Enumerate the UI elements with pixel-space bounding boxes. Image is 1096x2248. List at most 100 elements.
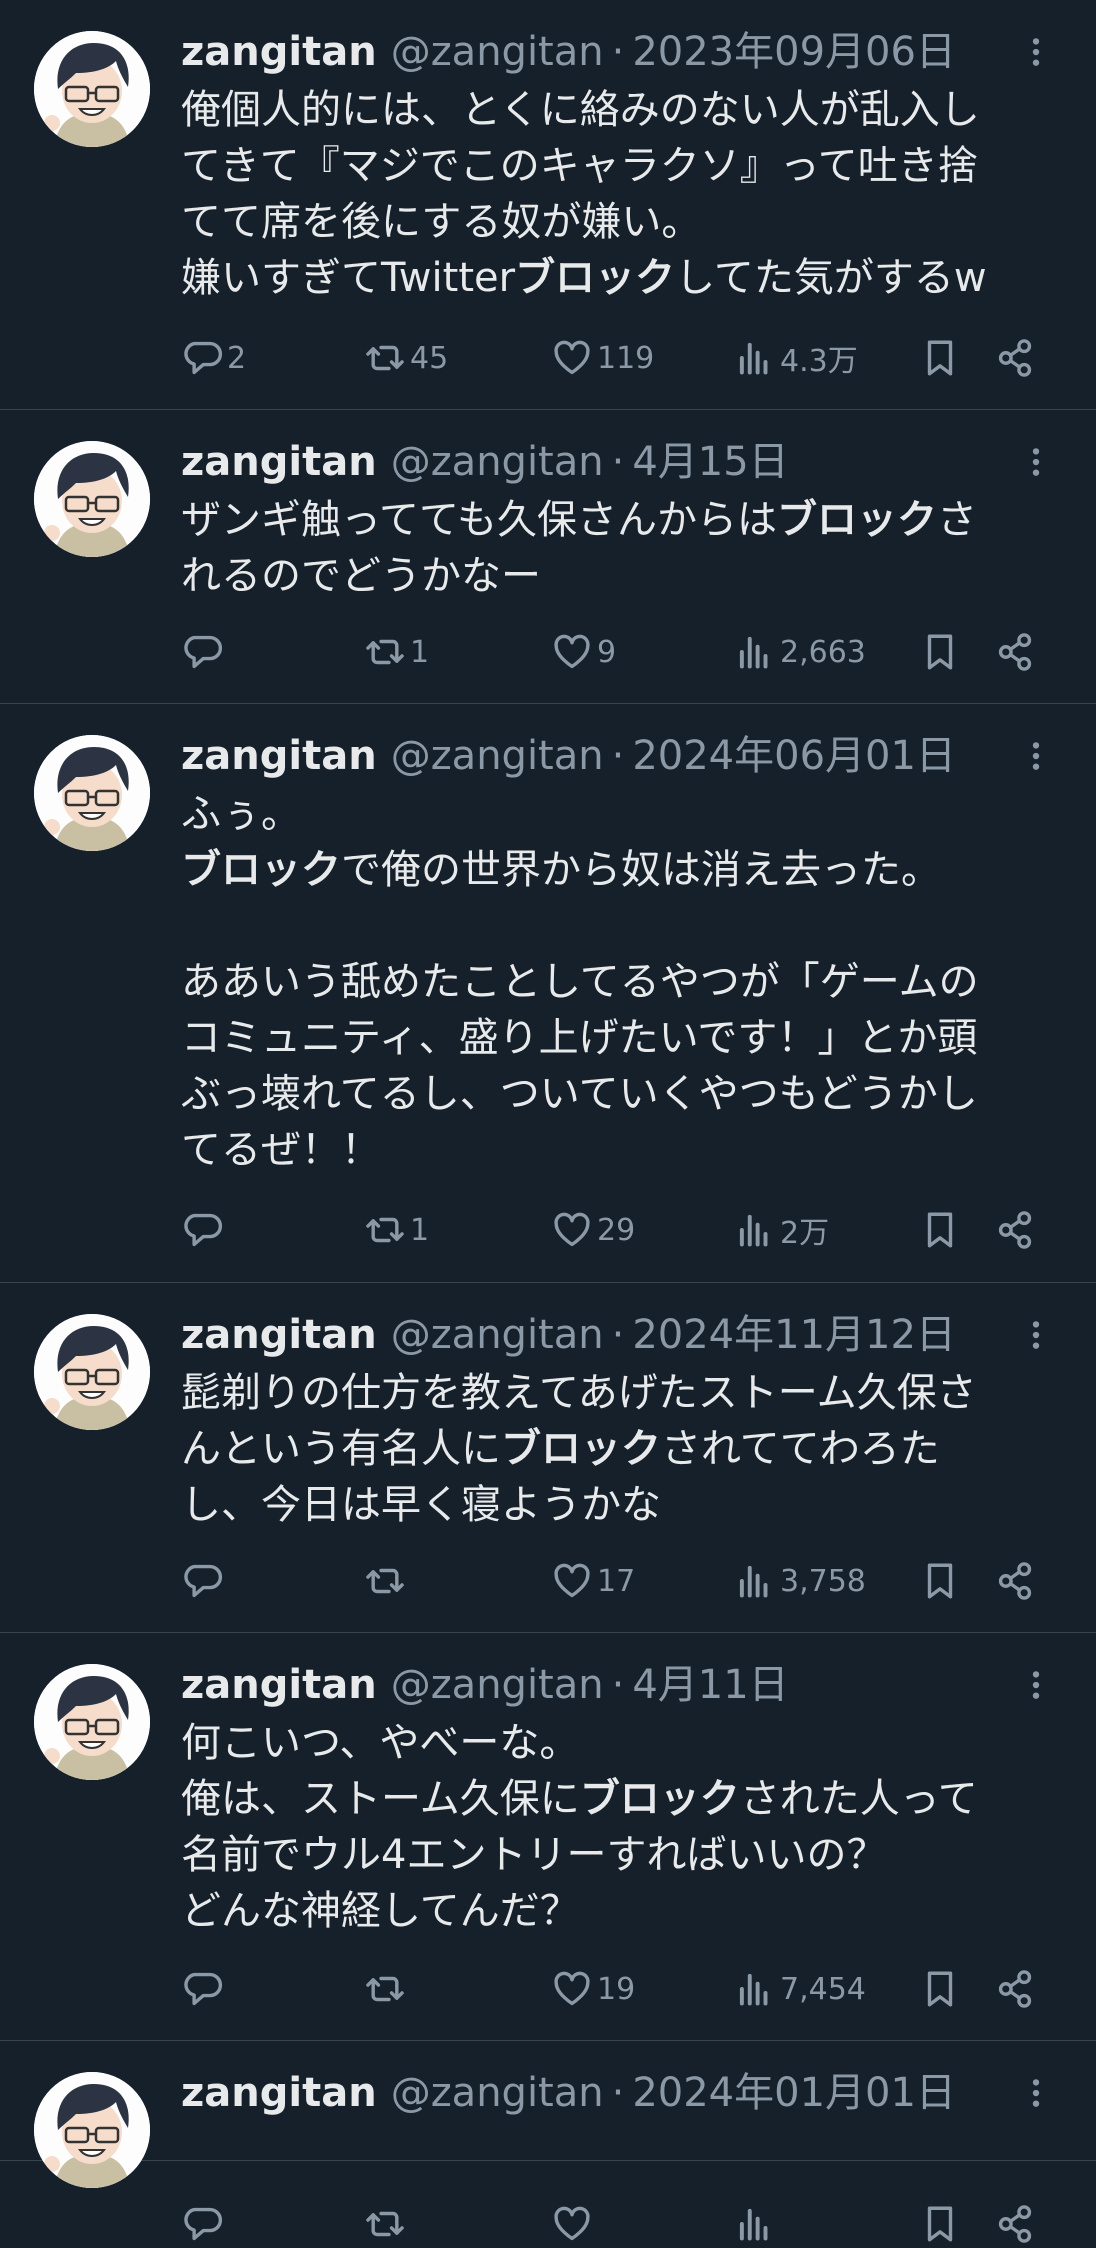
user-handle[interactable]: @zangitan [391, 2065, 604, 2121]
more-button[interactable] [1016, 1665, 1056, 1705]
views-button[interactable]: 2,663 [734, 628, 866, 676]
reply-button[interactable]: 2 [181, 334, 246, 382]
bookmark-icon [927, 1212, 953, 1248]
avatar[interactable] [34, 1664, 150, 1780]
text-line: んという有名人にブロックされててわろた [181, 1421, 1056, 1477]
heart-icon [554, 1971, 590, 2006]
tweet[interactable]: zangitan @zangitan · 4月15日 ザンギ触ってても久保さんからはブロ… [0, 410, 1096, 704]
display-name[interactable]: zangitan [181, 2065, 377, 2121]
bookmark-button[interactable] [919, 628, 961, 676]
avatar[interactable] [34, 441, 150, 557]
like-button[interactable]: 29 [551, 1206, 635, 1254]
views-button[interactable] [734, 2200, 780, 2248]
display-name[interactable]: zangitan [181, 1657, 377, 1713]
more-button[interactable] [1016, 736, 1056, 776]
more-button[interactable] [1016, 2073, 1056, 2113]
tweet[interactable]: zangitan @zangitan · 2024年01月01日 [0, 2041, 1096, 2243]
tweet-date[interactable]: 4月15日 [632, 434, 788, 490]
text-segment: てるぜ！！ [181, 1127, 381, 1173]
bar-chart-icon [739, 636, 768, 669]
retweet-button[interactable] [364, 2200, 410, 2248]
display-name[interactable]: zangitan [181, 728, 377, 784]
share-button[interactable] [994, 334, 1036, 382]
bookmark-button[interactable] [919, 334, 961, 382]
tweet[interactable]: zangitan @zangitan · 2024年06月01日 ふぅ。 ブロックで俺の世… [0, 704, 1096, 1283]
tweet-date[interactable]: 2024年11月12日 [632, 1307, 956, 1363]
tweet[interactable]: zangitan @zangitan · 2024年11月12日 髭剃りの仕方を教えてあ… [0, 1283, 1096, 1633]
tweet[interactable]: zangitan @zangitan · 4月11日 何こいつ、やべーな。 俺は、ストーム… [0, 1633, 1096, 2041]
tweet-text: ふぅ。 ブロックで俺の世界から奴は消え去った。 ああいう舐めたことしてるやつが「ゲー… [181, 786, 1056, 1178]
user-handle[interactable]: @zangitan [391, 1307, 604, 1363]
like-button[interactable] [551, 2200, 597, 2248]
more-button[interactable] [1016, 442, 1056, 482]
retweet-button[interactable] [364, 1557, 410, 1605]
display-name[interactable]: zangitan [181, 1307, 377, 1363]
views-button[interactable]: 2万 [734, 1206, 829, 1254]
avatar[interactable] [34, 2072, 150, 2188]
bookmark-button[interactable] [919, 1557, 961, 1605]
views-button[interactable]: 4.3万 [734, 334, 858, 382]
share-button[interactable] [994, 1206, 1036, 1254]
bar-chart-icon [739, 1973, 768, 2006]
reply-button[interactable] [181, 2200, 227, 2248]
action-bar: 17 3,758 [181, 1557, 1056, 1605]
text-segment: どんな神経してんだ？ [181, 1888, 580, 1934]
tweet-date[interactable]: 2024年01月01日 [632, 2065, 956, 2121]
text-segment: コミュニティ、盛り上げたいです！」とか頭 [181, 1015, 978, 1061]
separator-dot: · [611, 2070, 625, 2116]
separator-dot: · [611, 439, 625, 485]
user-handle[interactable]: @zangitan [391, 1657, 604, 1713]
like-button[interactable]: 9 [551, 628, 616, 676]
like-button[interactable]: 119 [551, 334, 654, 382]
bookmark-button[interactable] [919, 2200, 961, 2248]
like-button[interactable]: 17 [551, 1557, 635, 1605]
share-button[interactable] [994, 1965, 1036, 2013]
like-button[interactable]: 19 [551, 1965, 635, 2013]
reply-button[interactable] [181, 628, 227, 676]
bookmark-button[interactable] [919, 1965, 961, 2013]
tweet-date[interactable]: 4月11日 [632, 1657, 788, 1713]
share-icon [998, 1211, 1032, 1249]
retweet-button[interactable]: 1 [364, 1206, 429, 1254]
highlight-keyword: ブロック [777, 497, 937, 543]
tweet-body: zangitan @zangitan · 2023年09月06日 俺個人的には、とくに絡… [181, 0, 1056, 410]
retweet-button[interactable] [364, 1965, 410, 2013]
views-button[interactable]: 3,758 [734, 1557, 866, 1605]
text-line: ブロックで俺の世界から奴は消え去った。 [181, 842, 1056, 898]
highlight-keyword: ブロック [579, 1776, 740, 1822]
views-button[interactable]: 7,454 [734, 1965, 866, 2013]
display-name[interactable]: zangitan [181, 24, 377, 80]
user-handle[interactable]: @zangitan [391, 728, 604, 784]
user-handle[interactable]: @zangitan [391, 434, 604, 490]
tweet-date[interactable]: 2023年09月06日 [632, 24, 956, 80]
retweet-button[interactable]: 45 [364, 334, 448, 382]
share-button[interactable] [994, 2200, 1036, 2248]
reply-button[interactable] [181, 1206, 227, 1254]
text-line: 俺は、ストーム久保にブロックされた人って [181, 1771, 1056, 1827]
like-count: 19 [597, 1971, 636, 2007]
reply-button[interactable] [181, 1557, 227, 1605]
tweet-text: 俺個人的には、とくに絡みのない人が乱入し てきて『マジでこのキャラクソ』って吐き捨… [181, 82, 1056, 306]
heart-icon [554, 340, 590, 375]
share-button[interactable] [994, 1557, 1036, 1605]
retweet-button[interactable]: 1 [364, 628, 429, 676]
display-name[interactable]: zangitan [181, 434, 377, 490]
share-button[interactable] [994, 628, 1036, 676]
more-vertical-icon [1032, 1321, 1040, 1349]
avatar[interactable] [34, 1314, 150, 1430]
avatar[interactable] [34, 31, 150, 147]
text-segment: してた気がするw [675, 255, 987, 301]
user-handle[interactable]: @zangitan [391, 24, 604, 80]
tweet-date[interactable]: 2024年06月01日 [632, 728, 956, 784]
tweet[interactable]: zangitan @zangitan · 2023年09月06日 俺個人的には、とくに絡… [0, 0, 1096, 410]
reply-button[interactable] [181, 1965, 227, 2013]
bookmark-button[interactable] [919, 1206, 961, 1254]
text-line: 名前でウル4エントリーすればいいの？ [181, 1827, 1056, 1883]
text-segment: 何こいつ、やべーな。 [181, 1720, 580, 1766]
tweet-body: zangitan @zangitan · 4月11日 何こいつ、やべーな。 俺は、ストーム… [181, 1633, 1056, 2041]
avatar[interactable] [34, 735, 150, 851]
text-segment: ああいう舐めたことしてるやつが「ゲームの [181, 959, 979, 1005]
tweet-header: zangitan @zangitan · 2024年01月01日 [181, 2065, 1056, 2121]
more-button[interactable] [1016, 1315, 1056, 1355]
more-button[interactable] [1016, 32, 1056, 72]
